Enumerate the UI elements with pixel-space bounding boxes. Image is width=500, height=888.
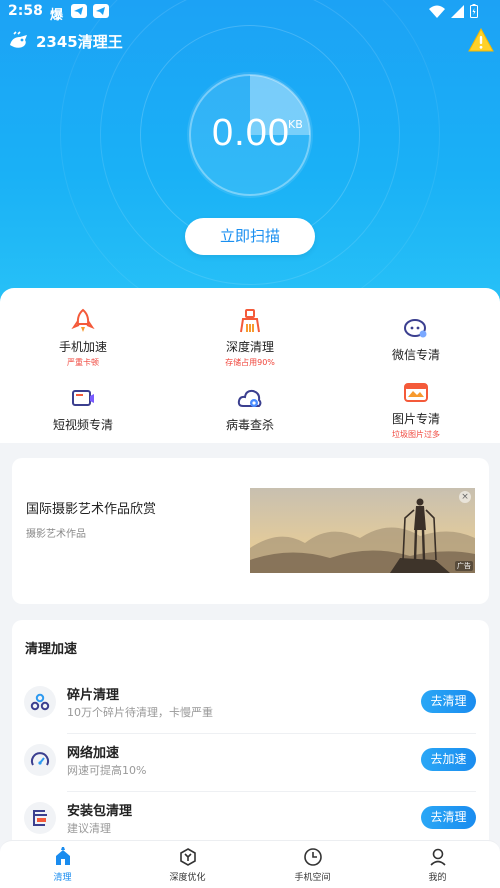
battery-icon [470, 4, 478, 18]
video-icon [72, 390, 94, 406]
feature-warning: 垃圾图片过多 [392, 430, 440, 439]
ad-image[interactable]: × 广告 [250, 488, 475, 573]
feature-grid: 手机加速 严重卡顿 深度清理 存储占用90% 微信专清 短视频专清 病毒查杀 图… [0, 288, 500, 443]
wechat-icon [404, 319, 427, 338]
deep-optimize-icon [179, 848, 196, 866]
ad-card[interactable]: 国际摄影艺术作品欣赏 摄影艺术作品 × 广告 [12, 458, 489, 604]
telegram-icon [93, 4, 110, 18]
ad-photo-illustration [250, 488, 475, 573]
row-title: 碎片清理 [67, 688, 120, 703]
bottom-nav: 清理 深度优化 手机空间 我的 [0, 840, 500, 888]
ad-tag: 广告 [455, 561, 473, 571]
tab-profile[interactable]: 我的 [375, 847, 500, 883]
feature-warning: 严重卡顿 [67, 358, 99, 367]
section-title: 清理加速 [25, 642, 78, 657]
tab-deep-optimize[interactable]: 深度优化 [125, 847, 250, 883]
tab-label: 手机空间 [294, 873, 331, 883]
feature-label: 手机加速 [58, 340, 107, 354]
list-item-fragment-clean[interactable]: 碎片清理 10万个碎片待清理，卡慢严重 去清理 [12, 676, 489, 734]
list-item-network-boost[interactable]: 网络加速 网速可提高10% 去加速 [12, 734, 489, 792]
status-time: 2:58 [8, 3, 43, 19]
tab-clean[interactable]: 清理 [0, 847, 125, 883]
row-title: 网络加速 [67, 746, 120, 761]
ad-subtitle: 摄影艺术作品 [26, 529, 86, 540]
feature-warning: 存储占用90% [225, 358, 275, 367]
tab-label: 我的 [428, 873, 447, 883]
network-boost-button[interactable]: 去加速 [421, 748, 476, 771]
feature-deep-clean[interactable]: 深度清理 存储占用90% [167, 308, 333, 368]
speedometer-icon [31, 752, 49, 766]
feature-label: 短视频专清 [52, 418, 113, 432]
tab-phone-storage[interactable]: 手机空间 [250, 847, 375, 883]
clock-icon [303, 848, 322, 866]
rocket-icon [71, 308, 95, 332]
ad-close-button[interactable]: × [459, 491, 471, 503]
user-icon [429, 848, 446, 866]
feature-wechat-clean[interactable]: 微信专清 [333, 316, 499, 363]
feature-short-video-clean[interactable]: 短视频专清 [0, 386, 166, 433]
row-subtitle: 10万个碎片待清理，卡慢严重 [67, 706, 213, 719]
warning-icon[interactable] [468, 28, 494, 52]
feature-photo-clean[interactable]: 图片专清 垃圾图片过多 [333, 380, 499, 440]
notification-glyph: 爆 [50, 8, 64, 23]
signal-icon [451, 4, 464, 18]
speed-section: 清理加速 碎片清理 10万个碎片待清理，卡慢严重 去清理 网络加速 网速可提高1… [12, 620, 489, 850]
clean-home-icon [55, 847, 70, 865]
app-title: 2345清理王 [36, 32, 123, 51]
feature-label: 深度清理 [225, 340, 274, 354]
apk-icon [33, 810, 47, 826]
clean-fragments-button[interactable]: 去清理 [421, 690, 476, 713]
feature-label: 微信专清 [391, 348, 440, 362]
feature-label: 病毒查杀 [225, 418, 274, 432]
feature-phone-speedup[interactable]: 手机加速 严重卡顿 [0, 308, 166, 368]
app-logo-icon [10, 31, 27, 48]
row-title: 安装包清理 [67, 804, 133, 819]
wifi-icon [429, 5, 445, 18]
status-bar: 2:58 爆 [0, 0, 500, 24]
row-subtitle: 建议清理 [67, 822, 111, 835]
fragments-icon [30, 693, 50, 711]
row-subtitle: 网速可提高10% [67, 764, 147, 777]
image-icon [404, 383, 428, 402]
feature-label: 图片专清 [391, 412, 440, 426]
ad-title: 国际摄影艺术作品欣赏 [26, 502, 157, 517]
clean-apk-button[interactable]: 去清理 [421, 806, 476, 829]
scan-button[interactable]: 立即扫描 [185, 218, 315, 255]
hero-panel: 2:58 爆 2345清理王 0.00 KB 立即扫描 [0, 0, 500, 320]
tab-label: 清理 [53, 873, 72, 883]
gauge-value: 0.00 [212, 112, 290, 154]
broom-icon [240, 309, 260, 333]
tab-label: 深度优化 [169, 873, 206, 883]
app-header: 2345清理王 [8, 28, 123, 54]
gauge-unit: KB [288, 118, 303, 131]
telegram-icon [71, 4, 88, 18]
feature-virus-scan[interactable]: 病毒查杀 [167, 386, 333, 433]
virus-cloud-icon [237, 389, 262, 407]
